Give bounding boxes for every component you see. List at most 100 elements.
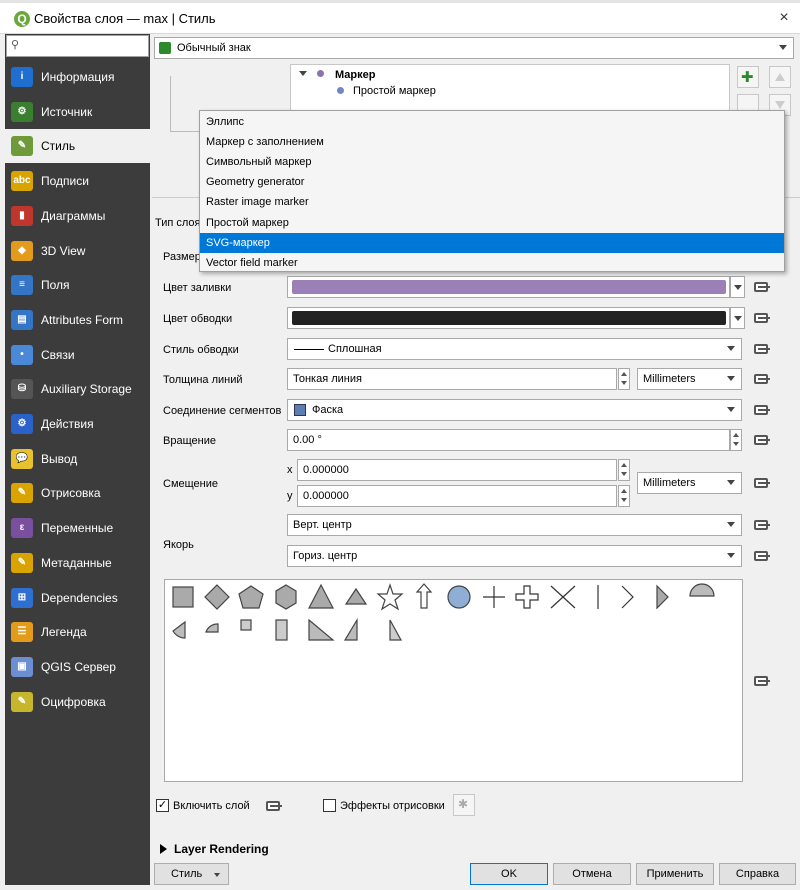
data-defined-override-icon[interactable] (752, 431, 772, 451)
style-menu-button[interactable]: Стиль (154, 863, 229, 885)
data-defined-override-icon[interactable] (264, 797, 284, 817)
offset-y-input[interactable]: 0.000000 (297, 485, 617, 507)
popup-menu-item[interactable]: Vector field marker (200, 253, 784, 273)
semicircle-shape-icon[interactable] (689, 583, 715, 597)
popup-menu-item[interactable]: Символьный маркер (200, 152, 784, 172)
offset-unit-select[interactable]: Millimeters (637, 472, 742, 494)
sidebar-item-cube[interactable]: ◆ 3D View (5, 234, 150, 268)
chevron-down-icon (727, 480, 735, 485)
expand-icon[interactable] (299, 71, 307, 76)
offset-x-spinner[interactable] (618, 459, 630, 481)
data-defined-override-icon[interactable] (752, 340, 772, 360)
fill-color-dropdown[interactable] (730, 276, 745, 298)
data-defined-override-icon[interactable] (752, 672, 772, 692)
pentagon-shape-icon[interactable] (238, 585, 264, 609)
symbol-layer-type-dropdown[interactable]: Эллипс Маркер с заполнением Символьный мар… (199, 110, 785, 272)
square-shape-icon[interactable] (172, 586, 194, 608)
close-button[interactable]: × (772, 7, 796, 29)
circle-shape-icon[interactable] (447, 585, 471, 609)
stroke-style-select[interactable]: Сплошная (287, 338, 742, 360)
third-circle-shape-icon[interactable] (205, 623, 219, 633)
sidebar-item-paintbrush[interactable]: ✎ Стиль (5, 129, 150, 164)
cross-fill-shape-icon[interactable] (515, 585, 539, 609)
cancel-button[interactable]: Отмена (553, 863, 631, 885)
sidebar-item-storage[interactable]: ⛁ Auxiliary Storage (5, 372, 150, 406)
diamond-shape-icon[interactable] (204, 584, 230, 610)
left-half-triangle-shape-icon[interactable] (343, 617, 358, 641)
sidebar-item-relations[interactable]: • Связи (5, 338, 150, 372)
offset-x-input[interactable]: 0.000000 (297, 459, 617, 481)
popup-menu-item[interactable]: SVG-маркер (200, 232, 784, 253)
sidebar-item-form[interactable]: ▤ Attributes Form (5, 303, 150, 337)
sidebar-item-actions[interactable]: ⚙ Действия (5, 407, 150, 441)
hexagon-shape-icon[interactable] (275, 584, 297, 610)
sidebar-item-diagrams[interactable]: ▮ Диаграммы (5, 199, 150, 233)
ok-button[interactable]: OK (470, 863, 548, 885)
star-shape-icon[interactable] (376, 583, 404, 611)
move-up-button[interactable] (769, 66, 791, 88)
layer-rendering-header[interactable]: Layer Rendering (174, 842, 269, 856)
rectangle-shape-icon[interactable] (275, 619, 288, 641)
stroke-width-spinner[interactable] (618, 368, 630, 390)
sidebar-item-digitizing[interactable]: ✎ Оцифровка (5, 685, 150, 719)
rotation-input[interactable]: 0.00 ° (287, 429, 730, 451)
sidebar-item-metadata[interactable]: ✎ Метаданные (5, 546, 150, 580)
popup-menu-item[interactable]: Geometry generator (200, 172, 784, 192)
data-defined-override-icon[interactable] (752, 474, 772, 494)
symbol-layer-tree[interactable]: Маркер Простой маркер (290, 64, 730, 112)
enable-layer-checkbox[interactable]: ✓ (156, 799, 169, 812)
sidebar-item-variables[interactable]: ε Переменные (5, 511, 150, 545)
sidebar-search-input[interactable]: ⚲ (6, 35, 149, 57)
add-layer-button[interactable]: ✚ (737, 66, 759, 88)
sidebar-item-display[interactable]: 💬 Вывод (5, 442, 150, 476)
join-style-select[interactable]: Фаска (287, 399, 742, 421)
tree-item-marker[interactable]: Маркер (335, 69, 375, 81)
effects-settings-button[interactable]: ✱ (453, 794, 475, 816)
sidebar-item-info[interactable]: i Информация (5, 60, 150, 94)
data-defined-override-icon[interactable] (752, 547, 772, 567)
anchor-vertical-select[interactable]: Верт. центр (287, 514, 742, 536)
popup-menu-item[interactable]: Эллипс (200, 112, 784, 132)
sidebar-item-server[interactable]: ▣ QGIS Сервер (5, 650, 150, 684)
data-defined-override-icon[interactable] (752, 516, 772, 536)
arrowhead-shape-icon[interactable] (621, 585, 634, 609)
equilateral-triangle-shape-icon[interactable] (344, 587, 368, 605)
anchor-horizontal-select[interactable]: Гориз. центр (287, 545, 742, 567)
filled-arrowhead-shape-icon[interactable] (656, 584, 669, 610)
data-defined-override-icon[interactable] (752, 370, 772, 390)
tree-item-simple-marker[interactable]: Простой маркер (353, 85, 436, 97)
data-defined-override-icon[interactable] (752, 309, 772, 329)
sidebar-item-legend[interactable]: ☰ Легенда (5, 615, 150, 649)
marker-shape-gallery[interactable] (164, 579, 743, 782)
sidebar-item-rendering[interactable]: ✎ Отрисовка (5, 476, 150, 510)
quarter-circle-shape-icon[interactable] (172, 620, 186, 639)
help-button[interactable]: Справка (719, 863, 796, 885)
stroke-color-dropdown[interactable] (730, 307, 745, 329)
renderer-select[interactable]: Обычный знак (154, 37, 794, 59)
rotation-spinner[interactable] (730, 429, 742, 451)
data-defined-override-icon[interactable] (752, 401, 772, 421)
right-half-triangle-shape-icon[interactable] (308, 618, 335, 641)
server-icon: ▣ (11, 656, 33, 677)
popup-menu-item[interactable]: Raster image marker (200, 192, 784, 212)
sidebar-item-labels[interactable]: abc Подписи (5, 164, 150, 198)
sidebar-item-dependencies[interactable]: ⊞ Dependencies (5, 581, 150, 615)
popup-menu-item[interactable]: Простой маркер (200, 213, 784, 233)
stroke-width-input[interactable]: Тонкая линия (287, 368, 617, 390)
stroke-width-unit-select[interactable]: Millimeters (637, 368, 742, 390)
draw-effects-checkbox[interactable] (323, 799, 336, 812)
fill-color-button[interactable] (287, 276, 730, 298)
sidebar-item-source[interactable]: ⚙ Источник (5, 95, 150, 129)
data-defined-override-icon[interactable] (752, 278, 772, 298)
popup-menu-item[interactable]: Маркер с заполнением (200, 132, 784, 152)
arrow-shape-icon[interactable] (415, 583, 433, 609)
apply-button[interactable]: Применить (636, 863, 714, 885)
sidebar-item-label: Отрисовка (41, 486, 101, 501)
quarter-triangle-shape-icon[interactable] (389, 619, 403, 641)
sidebar-item-fields[interactable]: ≡ Поля (5, 268, 150, 302)
half-square-shape-icon[interactable] (240, 619, 252, 631)
triangle-shape-icon[interactable] (308, 583, 334, 609)
stroke-color-button[interactable] (287, 307, 730, 329)
offset-y-spinner[interactable] (618, 485, 630, 507)
expand-arrow-icon[interactable] (160, 844, 167, 854)
